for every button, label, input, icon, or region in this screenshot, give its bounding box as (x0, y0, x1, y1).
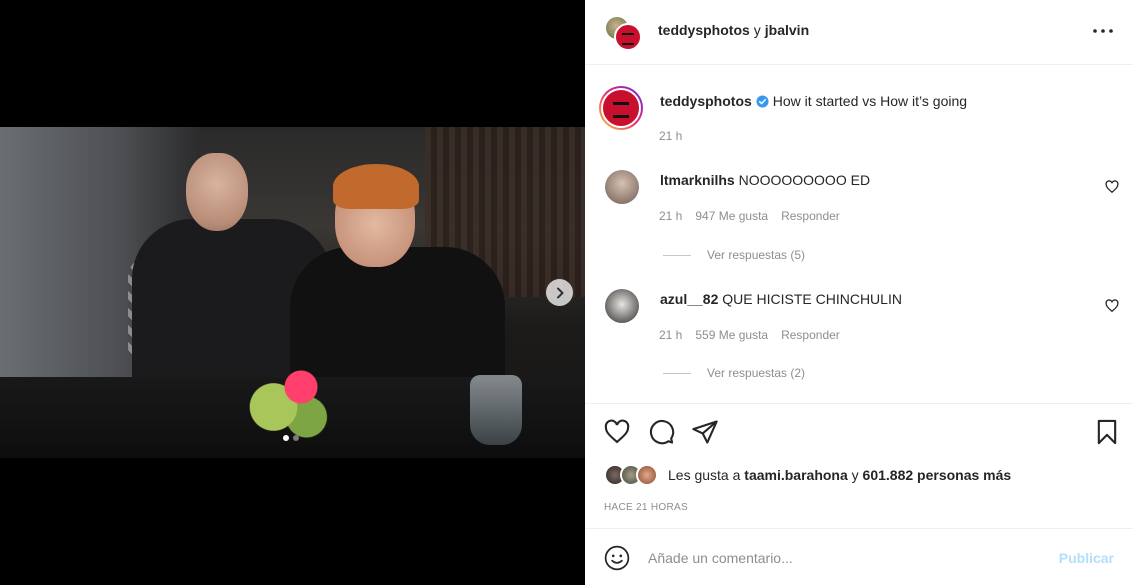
comment-timestamp: 21 h (659, 209, 683, 223)
photo-person-left-head (186, 153, 248, 231)
heart-icon[interactable] (1105, 299, 1119, 313)
verified-badge-icon (756, 94, 769, 108)
header-username-2[interactable]: jbalvin (765, 22, 809, 38)
caption-username[interactable]: teddysphotos (660, 93, 752, 109)
header-conjunction: y (753, 22, 761, 38)
comment-timestamp: 21 h (659, 328, 683, 342)
comment-username[interactable]: azul__82 (660, 291, 718, 307)
avatar (636, 464, 658, 486)
likes-summary: Les gusta a taami.barahona y 601.882 per… (604, 464, 1011, 486)
view-replies-label: Ver respuestas (2) (707, 366, 806, 380)
likes-count[interactable]: 601.882 personas más (863, 467, 1012, 483)
collab-names: teddysphotos y jbalvin (658, 22, 809, 38)
photo-flowers (235, 347, 345, 447)
more-horizontal-icon (1093, 29, 1113, 33)
header-username-1[interactable]: teddysphotos (658, 22, 750, 38)
heart-icon[interactable] (1105, 180, 1119, 194)
caption-avatar[interactable] (599, 86, 643, 130)
comment-meta: 21 h 947 Me gusta Responder (659, 209, 840, 223)
likes-prefix: Les gusta a (668, 467, 741, 483)
comment-input[interactable] (648, 547, 1028, 569)
publish-button[interactable]: Publicar (1059, 550, 1114, 566)
comment-reply-button[interactable]: Responder (781, 209, 840, 223)
comment-content: ltmarknilhs NOOOOOOOOO ED (660, 172, 870, 188)
photo-glass (470, 375, 522, 445)
post-media (0, 0, 585, 585)
post-photo[interactable] (0, 127, 585, 458)
avatar[interactable] (605, 289, 639, 323)
save-bookmark-icon[interactable] (1093, 418, 1121, 446)
photo-person-right-hair (333, 164, 419, 209)
divider (663, 372, 691, 374)
caption: teddysphotos How it started vs How it’s … (660, 93, 967, 109)
comment-text: NOOOOOOOOO ED (738, 172, 871, 188)
carousel-indicator (283, 435, 299, 441)
comment-content: azul__82 QUE HICISTE CHINCHULIN (660, 291, 902, 307)
view-replies-button[interactable]: Ver respuestas (5) (663, 248, 805, 262)
chevron-right-icon (556, 287, 563, 298)
comment-likes[interactable]: 947 Me gusta (695, 209, 768, 223)
comment-text: QUE HICISTE CHINCHULIN (722, 291, 902, 307)
view-replies-label: Ver respuestas (5) (707, 248, 806, 262)
carousel-next-button[interactable] (546, 279, 573, 306)
post-timestamp[interactable]: HACE 21 HORAS (604, 502, 688, 513)
comment-meta: 21 h 559 Me gusta Responder (659, 328, 840, 342)
comment-likes[interactable]: 559 Me gusta (695, 328, 768, 342)
comment-username[interactable]: ltmarknilhs (660, 172, 735, 188)
post-details-panel: teddysphotos y jbalvin teddysphotos How it… (585, 0, 1133, 585)
post-actions: Les gusta a taami.barahona y 601.882 per… (585, 403, 1133, 528)
view-replies-button[interactable]: Ver respuestas (2) (663, 366, 805, 380)
likes-conjunction: y (851, 467, 859, 483)
comment-reply-button[interactable]: Responder (781, 328, 840, 342)
caption-timestamp: 21 h (659, 129, 683, 143)
more-options-button[interactable] (1091, 21, 1115, 41)
avatar (601, 88, 641, 128)
add-comment-bar: Publicar (585, 528, 1133, 585)
share-paper-plane-icon[interactable] (691, 418, 719, 446)
post-header: teddysphotos y jbalvin (585, 0, 1133, 65)
avatar[interactable] (605, 170, 639, 204)
collab-avatars[interactable] (604, 15, 642, 51)
divider (663, 254, 691, 256)
carousel-dot (293, 435, 299, 441)
emoji-icon[interactable] (604, 545, 630, 571)
likes-username[interactable]: taami.barahona (744, 467, 847, 483)
caption-text: How it started vs How it’s going (772, 93, 968, 109)
avatar (614, 23, 642, 51)
like-heart-icon[interactable] (603, 418, 631, 446)
likers-avatars[interactable] (604, 464, 662, 486)
comment-bubble-icon[interactable] (647, 418, 675, 446)
carousel-dot-active (283, 435, 289, 441)
